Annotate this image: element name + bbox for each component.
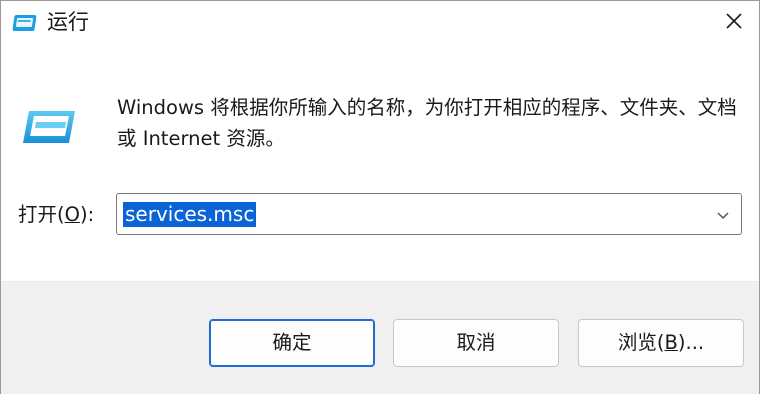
close-icon <box>725 12 743 34</box>
command-input-value: services.msc <box>123 202 257 227</box>
ok-button[interactable]: 确定 <box>209 319 375 367</box>
browse-label-prefix: 浏览( <box>617 331 665 354</box>
browse-label-accesskey: B <box>664 331 678 354</box>
browse-button[interactable]: 浏览(B)... <box>578 319 744 367</box>
command-input[interactable]: services.msc <box>123 199 683 229</box>
browse-label-suffix: )... <box>677 331 705 354</box>
open-label-suffix: ): <box>79 203 95 226</box>
chevron-down-icon[interactable] <box>713 205 733 225</box>
dialog-footer: 确定 取消 浏览(B)... <box>1 281 759 394</box>
dialog-content: Windows 将根据你所输入的名称，为你打开相应的程序、文件夹、文档或 Int… <box>1 45 759 281</box>
close-button[interactable] <box>709 1 759 45</box>
run-dialog: 运行 Windows 将根据你所输入的名称，为你打开相应的程序、文件夹、文档或 … <box>0 0 760 394</box>
cancel-button[interactable]: 取消 <box>393 319 559 367</box>
title-bar[interactable]: 运行 <box>1 1 759 45</box>
window-title: 运行 <box>47 10 89 34</box>
open-label: 打开(O): <box>18 201 94 229</box>
open-combobox[interactable]: services.msc <box>116 193 742 235</box>
run-dialog-icon <box>11 12 39 34</box>
open-label-prefix: 打开( <box>18 203 65 226</box>
open-label-accesskey: O <box>64 203 80 226</box>
dialog-description: Windows 将根据你所输入的名称，为你打开相应的程序、文件夹、文档或 Int… <box>117 96 737 150</box>
run-dialog-icon <box>19 109 77 145</box>
